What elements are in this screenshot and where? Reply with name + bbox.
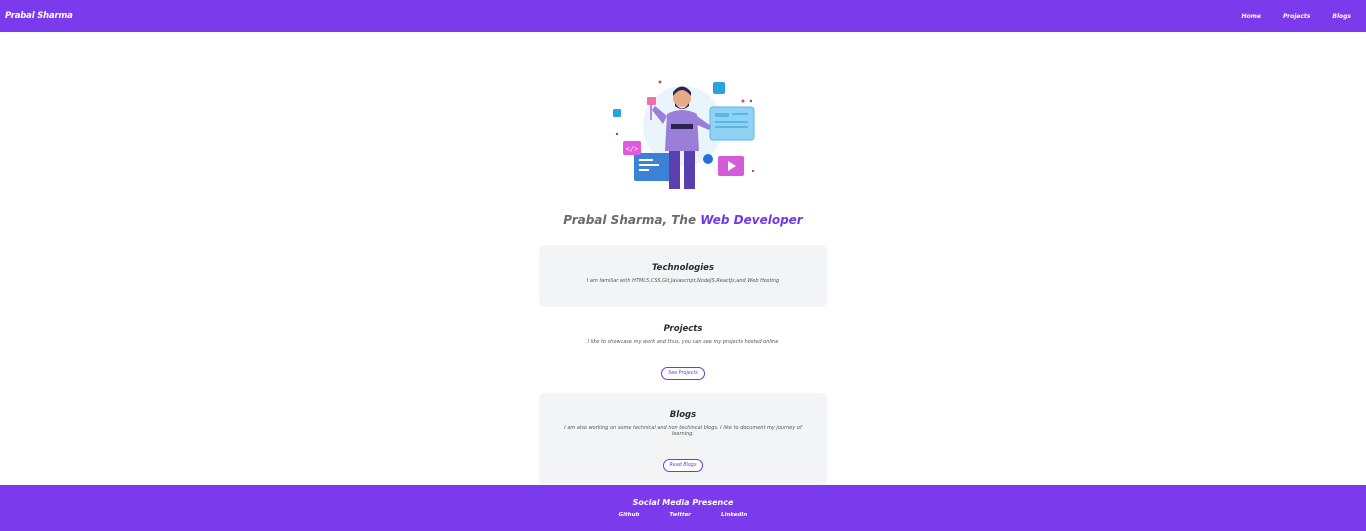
github-link[interactable]: Github [619,512,640,518]
technologies-title: Technologies [651,263,715,273]
social-links: Github Twitter LinkedIn [0,512,1366,518]
blogs-text: I am also working on some technical and … [564,425,802,437]
headline-accent: Web Developer [700,213,803,227]
see-projects-button[interactable]: See Projects [661,367,705,380]
nav-link-projects[interactable]: Projects [1283,13,1310,20]
read-blogs-button[interactable]: Read Blogs [662,459,704,472]
footer-title: Social Media Presence [632,498,734,507]
navbar: Prabal Sharma Home Projects Blogs [0,0,1366,32]
brand-logo[interactable]: Prabal Sharma [5,11,73,21]
page-headline: Prabal Sharma, The Web Developer [0,213,1366,227]
technologies-text: I am familiar with HTML5,CSS,Git,Javascr… [586,278,780,284]
nav-link-home[interactable]: Home [1241,13,1260,20]
footer: Social Media Presence Github Twitter Lin… [0,485,1366,531]
svg-text:</>: </> [626,145,639,153]
twitter-link[interactable]: Twitter [669,512,691,518]
blogs-card: Blogs I am also working on some technica… [539,393,827,485]
projects-card: Projects I like to showcase my work and … [539,310,827,388]
nav-links: Home Projects Blogs [1219,13,1351,20]
technologies-card: Technologies I am familiar with HTML5,CS… [539,245,827,307]
linkedin-link[interactable]: LinkedIn [721,512,747,518]
blogs-title: Blogs [669,410,697,420]
projects-text: I like to showcase my work and thus, you… [587,339,779,345]
headline-prefix: Prabal Sharma, The [563,213,701,227]
nav-link-blogs[interactable]: Blogs [1332,13,1351,20]
hero-illustration: </> [603,76,763,196]
projects-title: Projects [663,324,703,334]
